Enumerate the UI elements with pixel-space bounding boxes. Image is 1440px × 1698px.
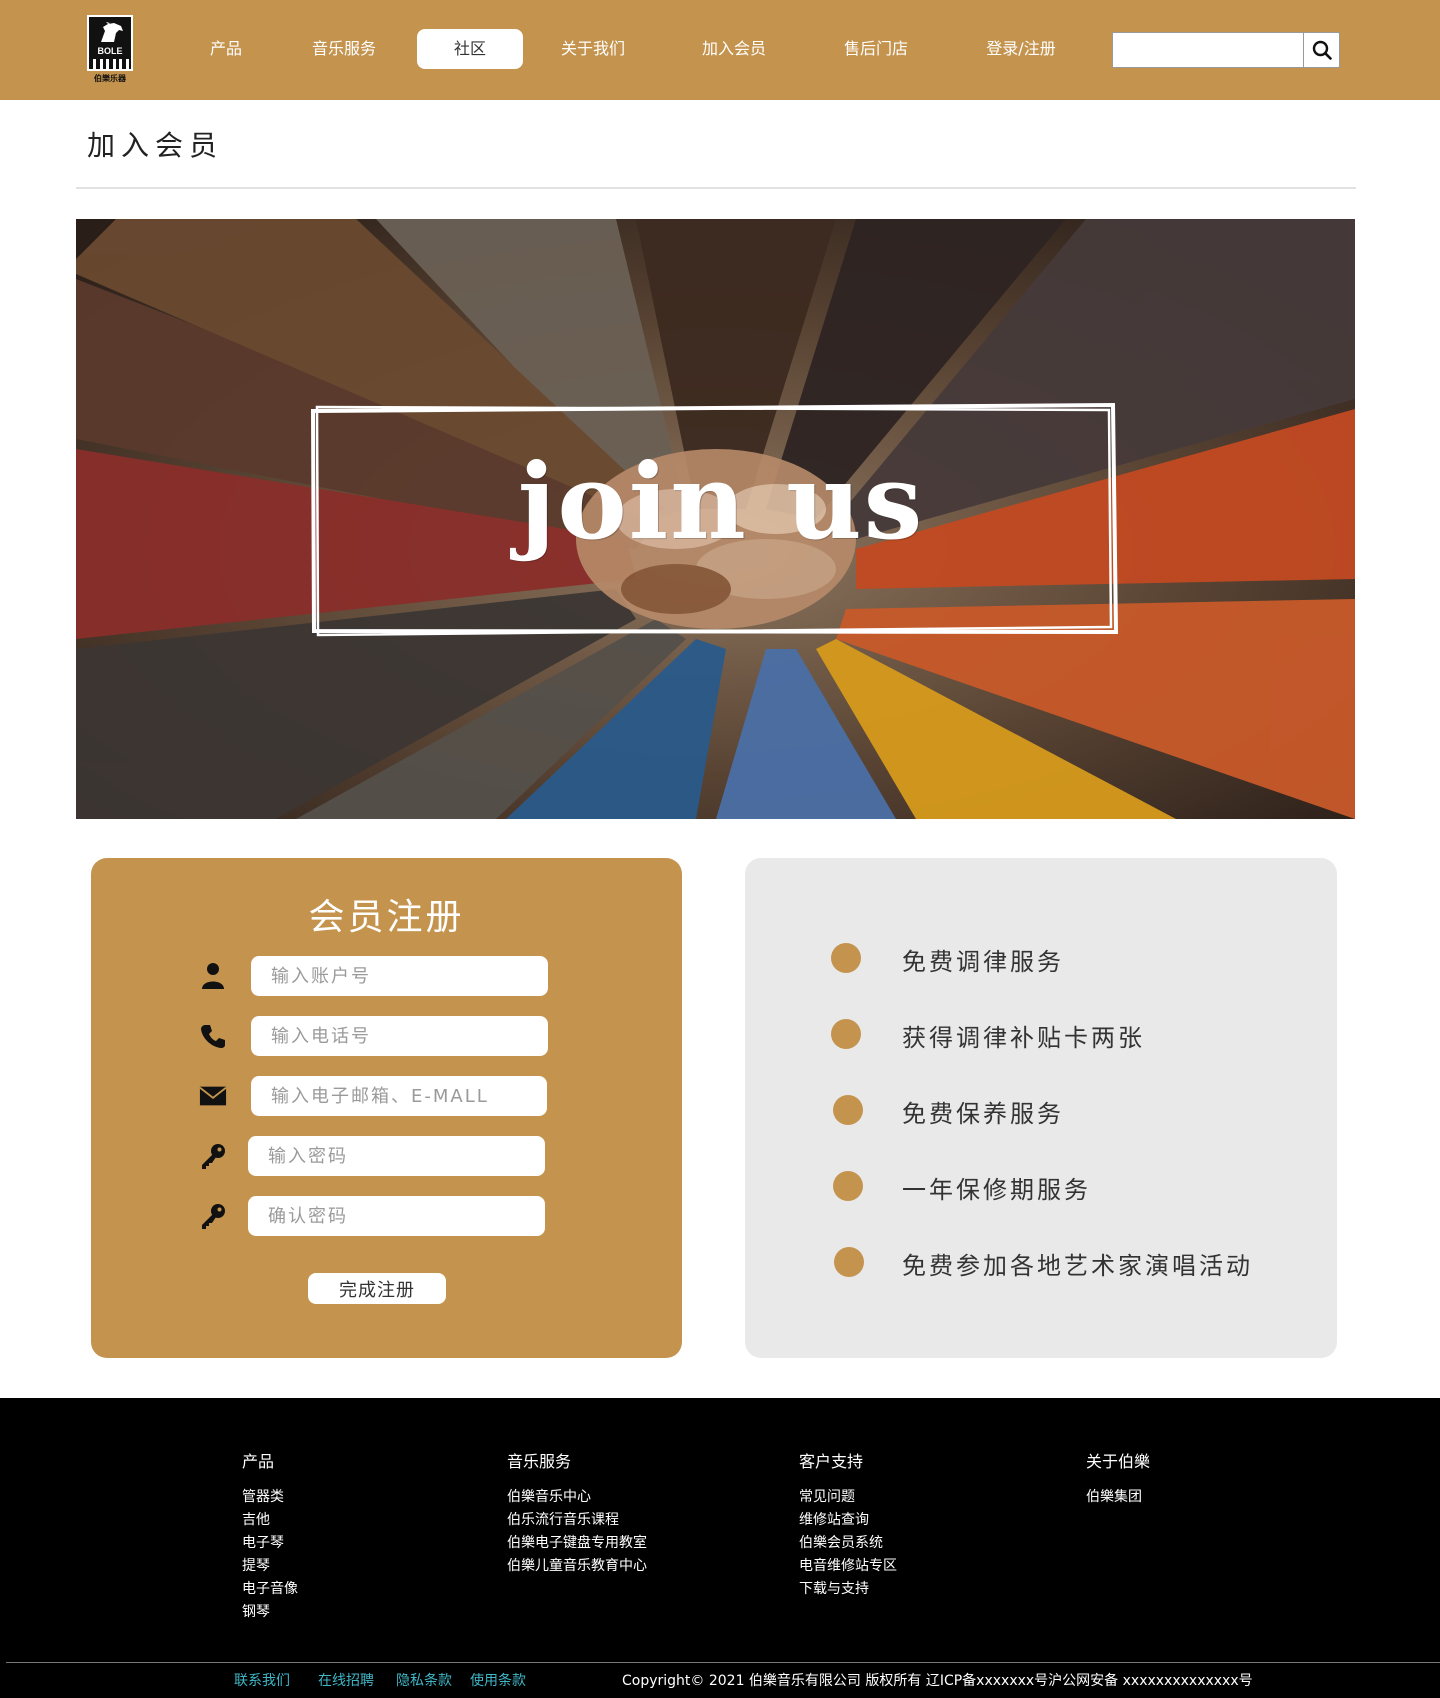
bullet-dot-icon bbox=[831, 943, 861, 973]
nav-item-music-services[interactable]: 音乐服务 bbox=[303, 29, 385, 69]
footer-column-music-services: 音乐服务 伯樂音乐中心 伯乐流行音乐课程 伯樂电子键盘专用教室 伯樂儿童音乐教育… bbox=[507, 1448, 647, 1578]
benefit-item: 一年保修期服务 bbox=[745, 1166, 1337, 1206]
footer-link[interactable]: 常见问题 bbox=[799, 1486, 897, 1509]
password-input[interactable] bbox=[248, 1136, 545, 1176]
nav-item-login-register[interactable]: 登录/注册 bbox=[975, 29, 1067, 69]
mail-icon bbox=[199, 1082, 227, 1110]
search-button[interactable] bbox=[1303, 33, 1339, 67]
footer-column-title: 关于伯樂 bbox=[1086, 1452, 1151, 1471]
benefit-item: 获得调律补贴卡两张 bbox=[745, 1014, 1337, 1054]
user-icon bbox=[199, 962, 227, 990]
footer-link[interactable]: 伯樂电子键盘专用教室 bbox=[507, 1532, 647, 1555]
footer-link[interactable]: 钢琴 bbox=[242, 1601, 298, 1624]
footer-divider bbox=[6, 1662, 1440, 1663]
footer-column-title: 音乐服务 bbox=[507, 1452, 572, 1471]
account-input[interactable] bbox=[251, 956, 548, 996]
key-icon bbox=[199, 1202, 227, 1230]
benefit-text: 免费调律服务 bbox=[902, 948, 1064, 976]
nav-item-products[interactable]: 产品 bbox=[196, 29, 256, 69]
search-box bbox=[1112, 32, 1340, 68]
footer-link[interactable]: 电音维修站专区 bbox=[799, 1555, 897, 1578]
registration-form: 会员注册 输入账户号 输入电话号 输入电子邮箱、E-MALL 完成注册 bbox=[91, 858, 682, 1358]
benefit-text: 一年保修期服务 bbox=[902, 1176, 1091, 1204]
nav-item-about-us[interactable]: 关于我们 bbox=[552, 29, 634, 69]
footer-column-customer-support: 客户支持 常见问题 维修站查询 伯樂会员系统 电音维修站专区 下载与支持 bbox=[799, 1448, 897, 1601]
confirm-password-field-row bbox=[91, 1196, 682, 1236]
complete-registration-button[interactable]: 完成注册 bbox=[308, 1273, 446, 1304]
nav-item-join-member[interactable]: 加入会员 bbox=[693, 29, 775, 69]
contact-us-link[interactable]: 联系我们 bbox=[234, 1670, 290, 1690]
copyright-text: Copyright© 2021 伯樂音乐有限公司 版权所有 辽ICP备xxxxx… bbox=[622, 1673, 1253, 1689]
footer-link[interactable]: 伯樂儿童音乐教育中心 bbox=[507, 1555, 647, 1578]
search-icon bbox=[1312, 40, 1332, 60]
bullet-dot-icon bbox=[831, 1019, 861, 1049]
nav-item-service-stores[interactable]: 售后门店 bbox=[835, 29, 917, 69]
footer-link[interactable]: 伯乐流行音乐课程 bbox=[507, 1509, 647, 1532]
careers-link[interactable]: 在线招聘 bbox=[318, 1670, 374, 1690]
footer-column-title: 客户支持 bbox=[799, 1452, 864, 1471]
benefit-text: 免费参加各地艺术家演唱活动 bbox=[902, 1252, 1253, 1280]
phone-icon bbox=[199, 1022, 227, 1050]
footer-link[interactable]: 伯樂会员系统 bbox=[799, 1532, 897, 1555]
footer-link[interactable]: 维修站查询 bbox=[799, 1509, 897, 1532]
footer-column-products: 产品 管器类 吉他 电子琴 提琴 电子音像 钢琴 bbox=[242, 1448, 298, 1624]
search-input[interactable] bbox=[1113, 33, 1303, 67]
password-field-row bbox=[91, 1136, 682, 1176]
privacy-link[interactable]: 隐私条款 bbox=[396, 1670, 452, 1690]
footer-link[interactable]: 管器类 bbox=[242, 1486, 298, 1509]
terms-link[interactable]: 使用条款 bbox=[470, 1670, 526, 1690]
registration-title: 会员注册 bbox=[308, 897, 465, 938]
benefit-text: 免费保养服务 bbox=[902, 1100, 1064, 1128]
phone-input[interactable] bbox=[251, 1016, 548, 1056]
footer-link[interactable]: 下载与支持 bbox=[799, 1578, 897, 1601]
phone-field-row bbox=[91, 1016, 682, 1056]
benefit-item: 免费参加各地艺术家演唱活动 bbox=[745, 1242, 1337, 1282]
footer-link[interactable]: 吉他 bbox=[242, 1509, 298, 1532]
member-benefits-panel: 免费调律服务 获得调律补贴卡两张 免费保养服务 一年保修期服务 免费参加各地艺术… bbox=[745, 858, 1337, 1358]
bullet-dot-icon bbox=[833, 1171, 863, 1201]
bullet-dot-icon bbox=[833, 1095, 863, 1125]
footer-link[interactable]: 伯樂音乐中心 bbox=[507, 1486, 647, 1509]
footer-link[interactable]: 电子琴 bbox=[242, 1532, 298, 1555]
bullet-dot-icon bbox=[834, 1247, 864, 1277]
footer-column-about: 关于伯樂 伯樂集团 bbox=[1086, 1448, 1150, 1509]
logo-subtext: 伯樂乐器 bbox=[94, 74, 126, 83]
nav-item-community[interactable]: 社区 bbox=[417, 29, 523, 69]
site-footer: 产品 管器类 吉他 电子琴 提琴 电子音像 钢琴 音乐服务 伯樂音乐中心 伯乐流… bbox=[0, 1398, 1440, 1698]
footer-link[interactable]: 提琴 bbox=[242, 1555, 298, 1578]
confirm-password-input[interactable] bbox=[248, 1196, 545, 1236]
banner-caption: join us bbox=[517, 440, 925, 563]
account-field-row bbox=[91, 956, 682, 996]
key-icon bbox=[199, 1142, 227, 1170]
footer-link[interactable]: 电子音像 bbox=[242, 1578, 298, 1601]
benefit-item: 免费保养服务 bbox=[745, 1090, 1337, 1130]
page-title: 加入会员 bbox=[87, 129, 224, 162]
site-header: BOLE 伯樂乐器 产品 音乐服务 社区 关于我们 加入会员 售后门店 登录/注… bbox=[0, 0, 1440, 100]
email-input[interactable] bbox=[251, 1076, 547, 1116]
footer-link[interactable]: 伯樂集团 bbox=[1086, 1486, 1150, 1509]
title-divider bbox=[76, 187, 1356, 189]
benefit-item: 免费调律服务 bbox=[745, 938, 1337, 978]
benefit-text: 获得调律补贴卡两张 bbox=[902, 1024, 1145, 1052]
footer-column-title: 产品 bbox=[242, 1452, 275, 1471]
email-field-row bbox=[91, 1076, 682, 1116]
hero-banner: join us bbox=[76, 219, 1355, 819]
